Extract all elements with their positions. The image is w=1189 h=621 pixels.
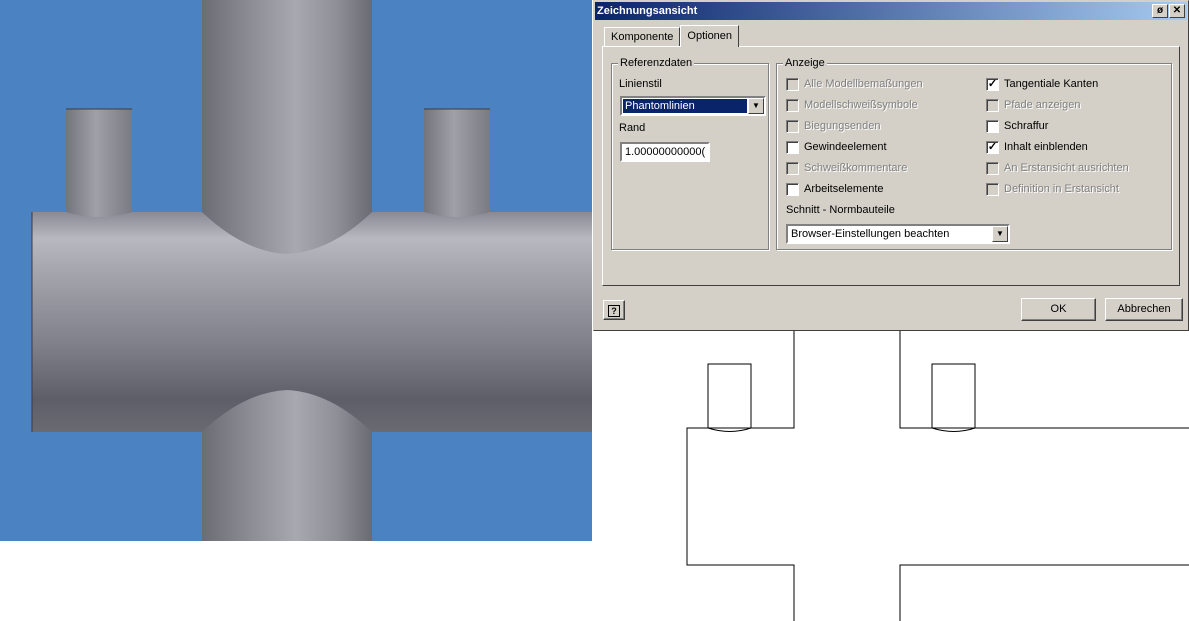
checkbox-box[interactable]: [786, 140, 799, 154]
checkbox-label: Biegungsenden: [804, 120, 881, 132]
checkbox-label: Schweißkommentare: [804, 162, 908, 174]
checkbox-box: [786, 77, 799, 91]
checkbox-box[interactable]: [986, 119, 999, 133]
checkbox-label: Arbeitselemente: [804, 183, 884, 195]
close-icon: ✕: [1172, 5, 1182, 16]
checkbox-box: [986, 161, 999, 175]
checkbox-label: Gewindeelement: [804, 141, 887, 153]
linienstil-label: Linienstil: [619, 78, 662, 90]
rand-input[interactable]: 1.00000000000(: [620, 142, 710, 162]
linienstil-value: Phantomlinien: [623, 99, 747, 113]
drawing-outline: [686, 331, 1189, 621]
model-3d-viewport[interactable]: [0, 0, 592, 541]
checkbox-schweißkommentare: Schweißkommentare: [786, 160, 907, 176]
checkbox-schraffur[interactable]: Schraffur: [986, 118, 1048, 134]
schnitt-select[interactable]: Browser-Einstellungen beachten ▼: [786, 224, 1010, 244]
checkbox-label: Alle Modellbemaßungen: [804, 78, 923, 90]
pin-icon: ø: [1156, 5, 1164, 16]
checkmark-icon[interactable]: ✓: [986, 140, 999, 154]
drawing-view-dialog: Zeichnungsansicht ø ✕ Komponente Optione…: [593, 0, 1189, 331]
checkbox-label: Definition in Erstansicht: [1004, 183, 1119, 195]
checkbox-box: [786, 119, 799, 133]
dialog-titlebar[interactable]: Zeichnungsansicht ø ✕: [595, 2, 1187, 20]
vertical-pipe-bottom: [202, 390, 372, 541]
checkbox-label: Inhalt einblenden: [1004, 141, 1088, 153]
checkbox-gewindeelement[interactable]: Gewindeelement: [786, 139, 887, 155]
checkbox-definition-in-erstansicht: Definition in Erstansicht: [986, 181, 1119, 197]
stub-left: [66, 109, 132, 217]
checkbox-label: Schraffur: [1004, 120, 1049, 132]
drawing-view-preview[interactable]: [592, 331, 1189, 621]
anzeige-legend: Anzeige: [783, 57, 827, 69]
checkmark-icon[interactable]: ✓: [986, 77, 999, 91]
help-button[interactable]: ?: [603, 300, 625, 320]
checkbox-modellschweißsymbole: Modellschweißsymbole: [786, 97, 918, 113]
checkbox-pfade-anzeigen: Pfade anzeigen: [986, 97, 1080, 113]
checkbox-label: An Erstansicht ausrichten: [1004, 162, 1129, 174]
tab-strip: Komponente Optionen: [604, 25, 740, 47]
tab-komponente[interactable]: Komponente: [604, 27, 681, 47]
checkbox-label: Tangentiale Kanten: [1004, 78, 1099, 90]
chevron-down-icon[interactable]: ▼: [748, 98, 764, 114]
ok-button[interactable]: OK: [1021, 298, 1096, 321]
checkbox-box: [786, 98, 799, 112]
chevron-down-icon[interactable]: ▼: [992, 226, 1008, 242]
pipe-cross-3d-render: [0, 0, 592, 541]
checkbox-arbeitselemente[interactable]: Arbeitselemente: [786, 181, 884, 197]
linienstil-select[interactable]: Phantomlinien ▼: [620, 96, 766, 116]
referenzdaten-legend: Referenzdaten: [618, 57, 695, 69]
referenzdaten-group: Referenzdaten Linienstil Phantomlinien ▼…: [611, 57, 769, 250]
checkbox-alle-modellbemaßungen: Alle Modellbemaßungen: [786, 76, 923, 92]
anzeige-group: Anzeige Alle Modellbemaßungen Modellschwe…: [776, 57, 1172, 250]
tab-optionen[interactable]: Optionen: [680, 25, 740, 47]
checkbox-inhalt-einblenden[interactable]: ✓ Inhalt einblenden: [986, 139, 1088, 155]
checkbox-box[interactable]: [786, 182, 799, 196]
checkbox-an-erstansicht-ausrichten: An Erstansicht ausrichten: [986, 160, 1129, 176]
checkbox-biegungsenden: Biegungsenden: [786, 118, 880, 134]
close-button[interactable]: ✕: [1169, 4, 1185, 18]
help-icon: ?: [608, 305, 620, 317]
checkbox-box: [786, 161, 799, 175]
dialog-title: Zeichnungsansicht: [597, 5, 698, 17]
options-tab-panel: Referenzdaten Linienstil Phantomlinien ▼…: [602, 46, 1180, 286]
pin-button[interactable]: ø: [1152, 4, 1168, 18]
rand-label: Rand: [619, 122, 646, 134]
checkbox-label: Pfade anzeigen: [1004, 99, 1081, 111]
vertical-pipe-top: [202, 0, 372, 254]
stub-right: [424, 109, 490, 217]
schnitt-value: Browser-Einstellungen beachten: [791, 228, 950, 240]
checkbox-tangentiale-kanten[interactable]: ✓ Tangentiale Kanten: [986, 76, 1098, 92]
schnitt-label: Schnitt - Normbauteile: [786, 204, 895, 216]
cancel-button[interactable]: Abbrechen: [1105, 298, 1183, 321]
checkbox-label: Modellschweißsymbole: [804, 99, 918, 111]
checkbox-box: [986, 182, 999, 196]
checkbox-box: [986, 98, 999, 112]
